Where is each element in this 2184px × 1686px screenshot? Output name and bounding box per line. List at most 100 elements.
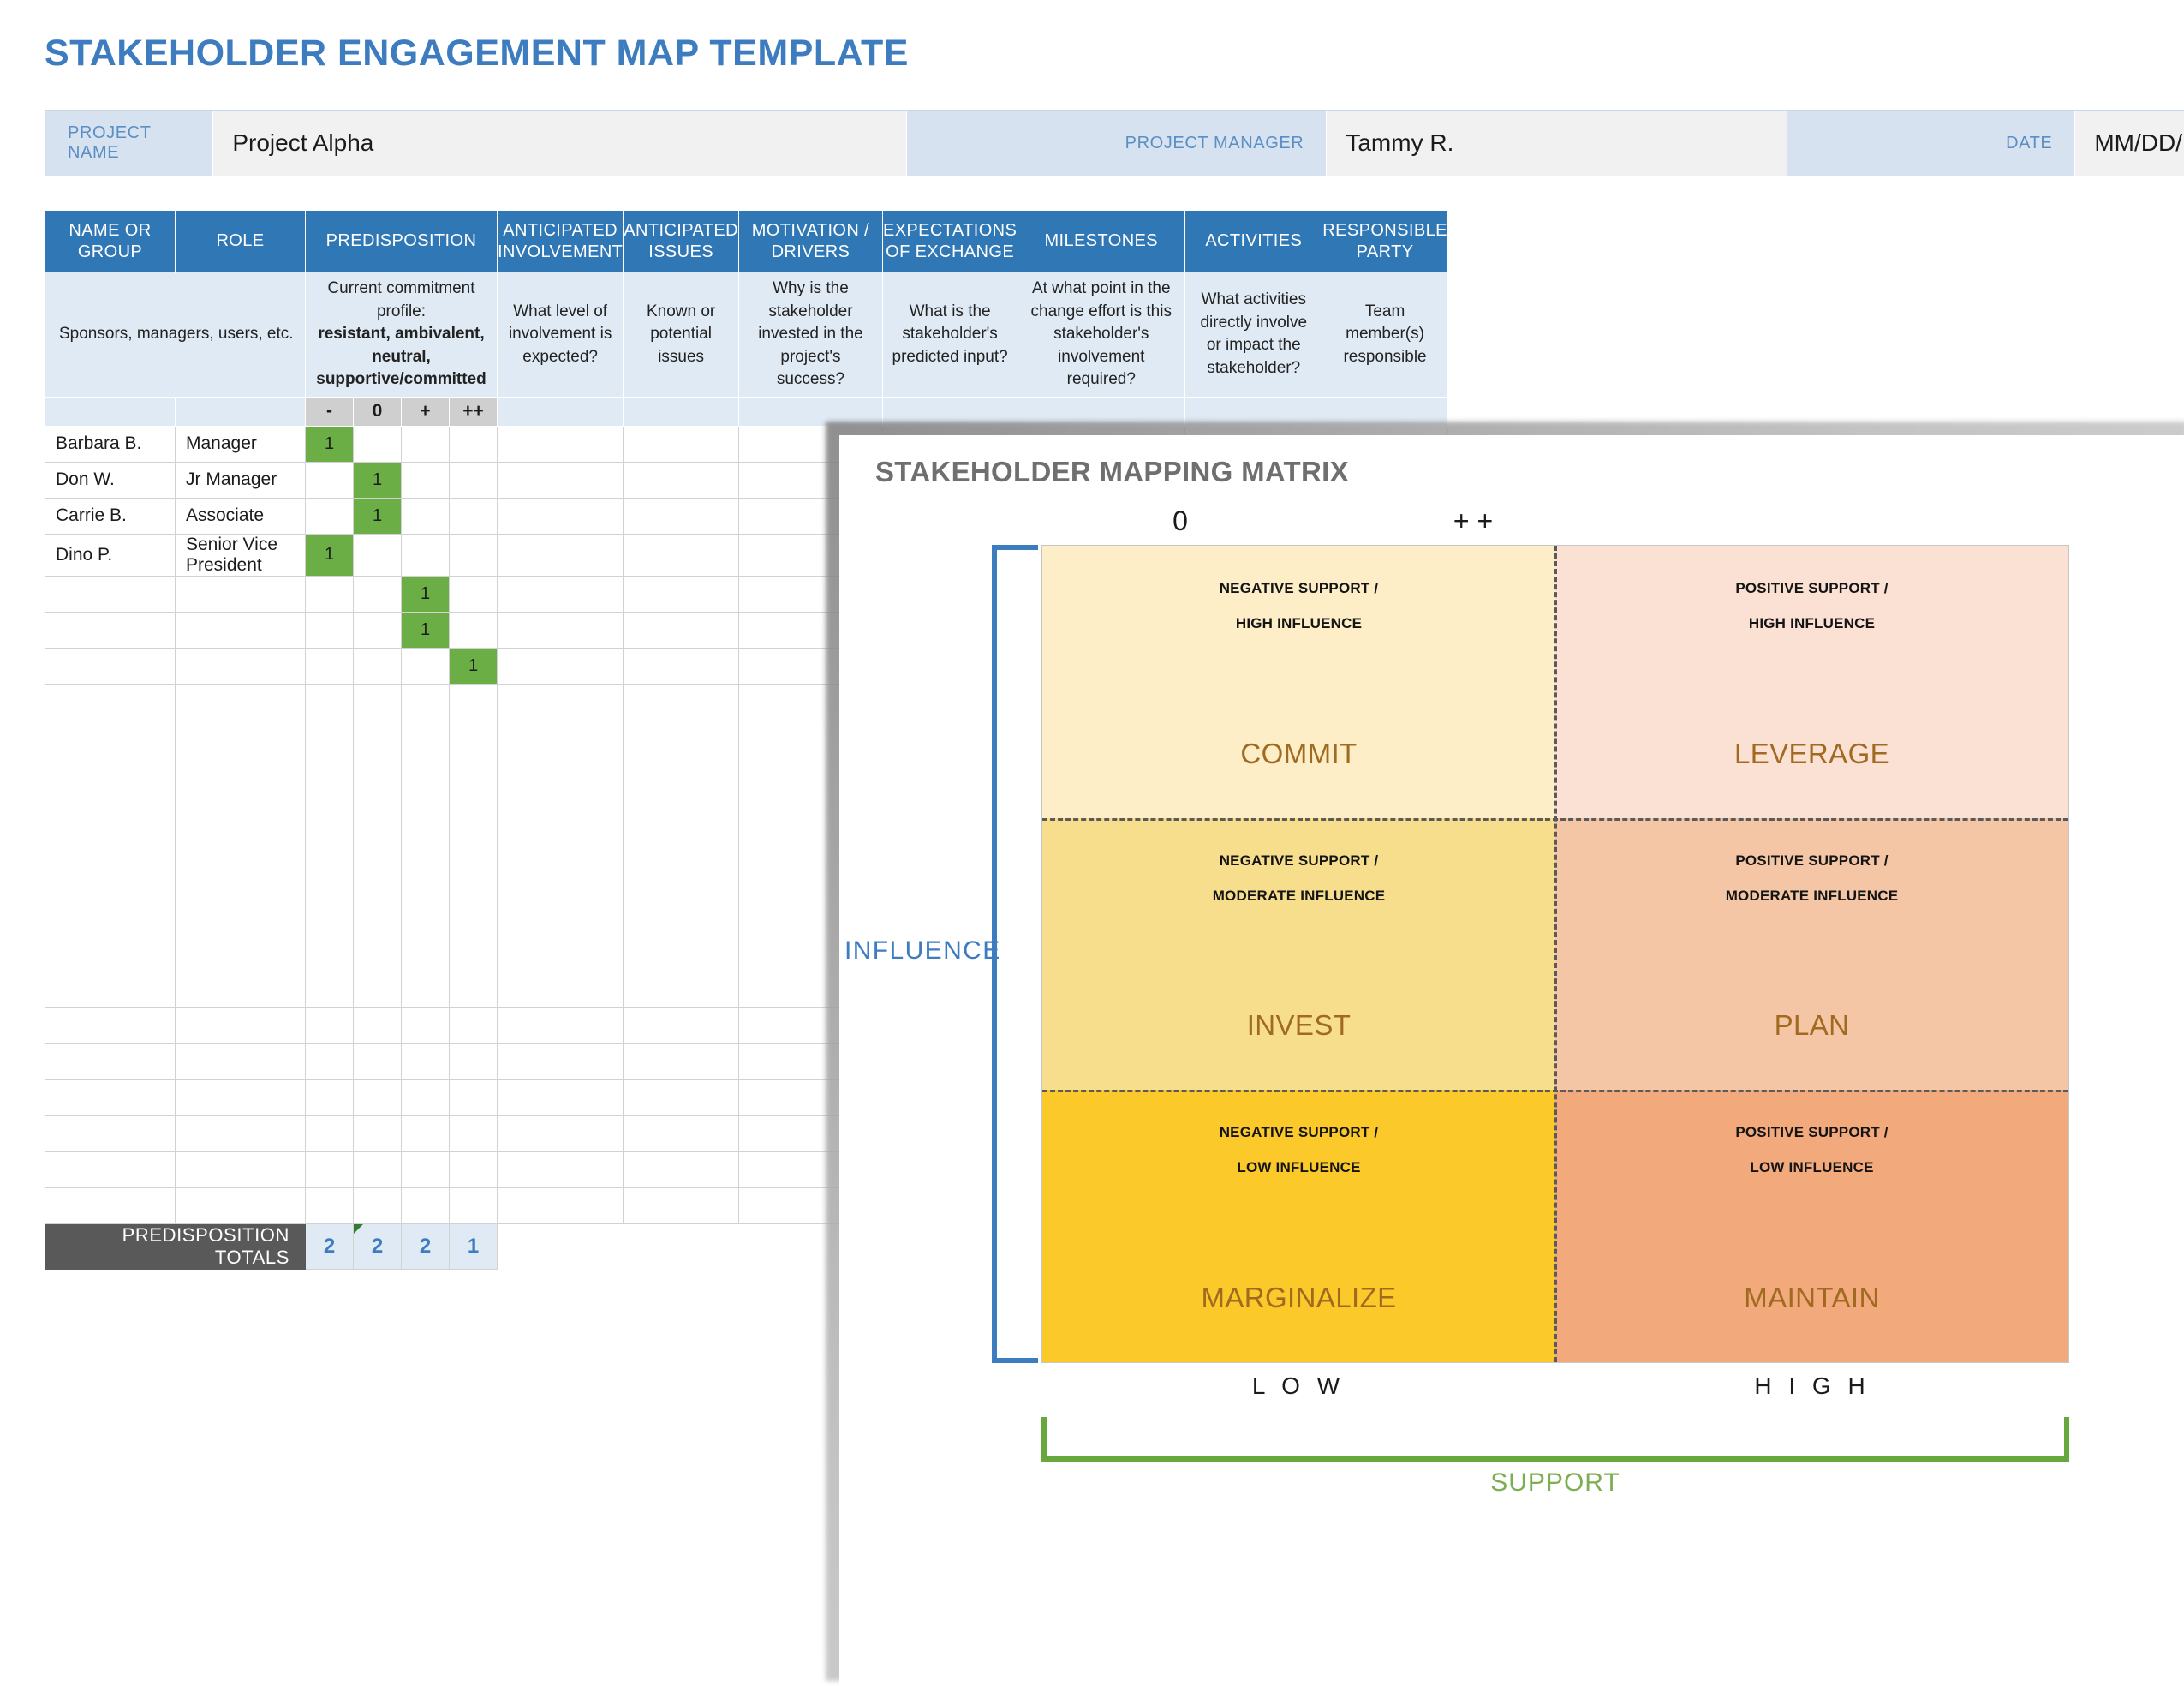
cell-predisposition[interactable]: [401, 683, 450, 720]
cell-anticipated-involvement[interactable]: [496, 827, 624, 864]
cell-predisposition[interactable]: [401, 1079, 450, 1116]
cell-name-or-group[interactable]: Barbara B.: [45, 425, 176, 463]
cell-predisposition-marked[interactable]: 1: [305, 425, 354, 463]
cell-anticipated-involvement[interactable]: [496, 575, 624, 613]
cell-predisposition[interactable]: [353, 719, 402, 756]
cell-role[interactable]: [175, 647, 306, 685]
cell-predisposition[interactable]: [305, 719, 354, 756]
cell-role[interactable]: [175, 719, 306, 756]
cell-anticipated-issues[interactable]: [623, 1151, 739, 1188]
cell-anticipated-involvement[interactable]: [496, 755, 624, 792]
cell-predisposition[interactable]: [449, 1151, 498, 1188]
cell-name-or-group[interactable]: [45, 899, 176, 936]
cell-anticipated-issues[interactable]: [623, 1187, 739, 1224]
cell-anticipated-issues[interactable]: [623, 1043, 739, 1080]
cell-predisposition[interactable]: [449, 899, 498, 936]
cell-predisposition[interactable]: [401, 1115, 450, 1152]
cell-predisposition[interactable]: [353, 1151, 402, 1188]
cell-name-or-group[interactable]: [45, 1115, 176, 1152]
matrix-quadrant-plan[interactable]: POSITIVE SUPPORT / MODERATE INFLUENCE PLAN: [1555, 817, 2068, 1091]
cell-anticipated-involvement[interactable]: [496, 611, 624, 649]
cell-predisposition[interactable]: [305, 899, 354, 936]
cell-name-or-group[interactable]: [45, 863, 176, 900]
cell-predisposition[interactable]: [449, 1115, 498, 1152]
cell-predisposition[interactable]: [305, 683, 354, 720]
cell-predisposition[interactable]: [401, 1151, 450, 1188]
cell-role[interactable]: [175, 611, 306, 649]
cell-anticipated-issues[interactable]: [623, 719, 739, 756]
cell-predisposition[interactable]: [449, 1007, 498, 1044]
cell-predisposition[interactable]: [449, 461, 498, 499]
cell-predisposition[interactable]: [353, 863, 402, 900]
cell-predisposition[interactable]: [449, 791, 498, 828]
cell-name-or-group[interactable]: Dino P.: [45, 533, 176, 577]
cell-name-or-group[interactable]: [45, 1079, 176, 1116]
cell-predisposition[interactable]: [353, 1079, 402, 1116]
matrix-quadrant-commit[interactable]: NEGATIVE SUPPORT / HIGH INFLUENCE COMMIT: [1042, 546, 1555, 818]
cell-role[interactable]: Associate: [175, 497, 306, 535]
cell-anticipated-issues[interactable]: [623, 683, 739, 720]
cell-role[interactable]: Senior Vice President: [175, 533, 306, 577]
cell-anticipated-issues[interactable]: [623, 575, 739, 613]
cell-predisposition[interactable]: [449, 755, 498, 792]
cell-predisposition[interactable]: [449, 683, 498, 720]
cell-role[interactable]: [175, 1007, 306, 1044]
cell-role[interactable]: [175, 935, 306, 972]
date-field[interactable]: MM/DD/: [2075, 111, 2184, 176]
cell-predisposition[interactable]: [449, 533, 498, 577]
cell-anticipated-involvement[interactable]: [496, 425, 624, 463]
cell-anticipated-involvement[interactable]: [496, 497, 624, 535]
cell-predisposition[interactable]: [353, 533, 402, 577]
cell-predisposition[interactable]: [449, 971, 498, 1008]
cell-predisposition[interactable]: [401, 935, 450, 972]
cell-name-or-group[interactable]: [45, 1187, 176, 1224]
cell-predisposition[interactable]: [353, 935, 402, 972]
cell-predisposition[interactable]: [353, 1007, 402, 1044]
cell-predisposition[interactable]: [449, 827, 498, 864]
cell-predisposition[interactable]: [401, 497, 450, 535]
cell-predisposition[interactable]: [353, 611, 402, 649]
cell-predisposition-marked[interactable]: 1: [353, 497, 402, 535]
cell-predisposition[interactable]: [305, 1151, 354, 1188]
cell-predisposition[interactable]: [449, 863, 498, 900]
cell-anticipated-issues[interactable]: [623, 497, 739, 535]
cell-anticipated-involvement[interactable]: [496, 719, 624, 756]
cell-name-or-group[interactable]: [45, 575, 176, 613]
cell-role[interactable]: [175, 899, 306, 936]
cell-anticipated-involvement[interactable]: [496, 533, 624, 577]
cell-predisposition[interactable]: [401, 899, 450, 936]
cell-name-or-group[interactable]: Carrie B.: [45, 497, 176, 535]
cell-predisposition[interactable]: [449, 1079, 498, 1116]
cell-anticipated-issues[interactable]: [623, 425, 739, 463]
cell-anticipated-issues[interactable]: [623, 611, 739, 649]
cell-predisposition[interactable]: [401, 425, 450, 463]
cell-predisposition[interactable]: [401, 971, 450, 1008]
cell-anticipated-involvement[interactable]: [496, 1043, 624, 1080]
cell-anticipated-issues[interactable]: [623, 461, 739, 499]
cell-anticipated-issues[interactable]: [623, 899, 739, 936]
cell-anticipated-involvement[interactable]: [496, 1079, 624, 1116]
cell-predisposition[interactable]: [449, 1187, 498, 1224]
cell-name-or-group[interactable]: [45, 683, 176, 720]
cell-anticipated-involvement[interactable]: [496, 1151, 624, 1188]
cell-anticipated-issues[interactable]: [623, 647, 739, 685]
cell-role[interactable]: [175, 791, 306, 828]
cell-name-or-group[interactable]: [45, 935, 176, 972]
cell-anticipated-involvement[interactable]: [496, 935, 624, 972]
cell-predisposition[interactable]: [305, 935, 354, 972]
cell-predisposition[interactable]: [449, 575, 498, 613]
matrix-quadrant-invest[interactable]: NEGATIVE SUPPORT / MODERATE INFLUENCE INVE…: [1042, 817, 1555, 1091]
cell-anticipated-involvement[interactable]: [496, 1187, 624, 1224]
cell-role[interactable]: [175, 1187, 306, 1224]
cell-name-or-group[interactable]: [45, 647, 176, 685]
cell-predisposition[interactable]: [305, 755, 354, 792]
cell-predisposition[interactable]: [353, 425, 402, 463]
cell-predisposition[interactable]: [449, 497, 498, 535]
cell-role[interactable]: [175, 575, 306, 613]
cell-anticipated-involvement[interactable]: [496, 899, 624, 936]
cell-predisposition[interactable]: [401, 719, 450, 756]
cell-name-or-group[interactable]: [45, 719, 176, 756]
cell-predisposition[interactable]: [305, 1043, 354, 1080]
cell-anticipated-involvement[interactable]: [496, 863, 624, 900]
cell-anticipated-issues[interactable]: [623, 863, 739, 900]
